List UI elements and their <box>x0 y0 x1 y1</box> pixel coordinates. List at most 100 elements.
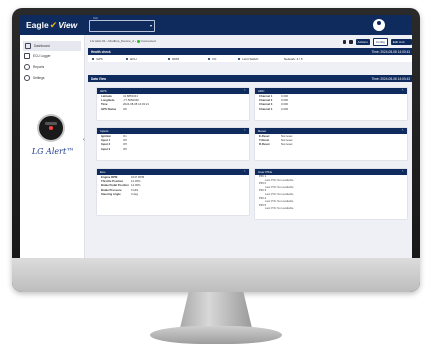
unit-select-label: Unit <box>92 17 99 20</box>
data-view-title: Data View <box>91 76 107 81</box>
status-item-label: Network: 4 / 5 <box>284 57 303 61</box>
chevron-up-icon[interactable]: ⌃ <box>401 128 404 134</box>
brand-name: Eagle <box>26 20 49 30</box>
status-item: ECU <box>126 57 137 61</box>
brand-name-2: View <box>58 20 78 30</box>
chevron-up-icon[interactable]: ⌃ <box>401 88 404 94</box>
inputs-panel: Inputs ⌃ Ignition On Input 1 Off Input 2 Off… <box>97 128 249 160</box>
actions-button[interactable]: Actions <box>355 39 370 45</box>
panel-title: GPS <box>100 89 107 93</box>
data-row: Steering Angle 0 deg <box>97 192 249 196</box>
row-key: GPS Status <box>101 106 117 111</box>
status-item: Network: 4 / 5 <box>284 57 303 61</box>
row-value: Not reset <box>281 142 293 147</box>
status-item-label: I/O <box>212 57 217 61</box>
row-key: Channel 4 <box>259 106 273 111</box>
data-view-bar: Data View Time: 2024-08-08 14:03:43 <box>88 75 412 82</box>
reset-panel-header[interactable]: Reset ⌃ <box>255 128 407 134</box>
sidebar-item-settings[interactable]: Settings <box>20 73 84 83</box>
breadcrumb-path[interactable]: LG Alert-01 › Modbus_Device_2 › <box>90 39 136 43</box>
sidebar-item-label: Reports <box>33 65 45 69</box>
device-brand-text: LG Alert™ <box>31 147 75 156</box>
panel-title: Ecu <box>100 170 106 174</box>
chevron-up-icon[interactable]: ⌃ <box>401 169 404 175</box>
gps-panel-header[interactable]: GPS ⌃ <box>97 88 249 94</box>
row-key: Steering Angle <box>101 191 121 196</box>
sidebar-item-ecu-logger[interactable]: ECU Logger <box>20 51 84 61</box>
data-row: Input 3 Off <box>97 147 249 151</box>
inputs-panel-header[interactable]: Inputs ⌃ <box>97 128 249 134</box>
status-item-label: ECU <box>130 57 137 61</box>
status-dot-icon <box>92 57 95 60</box>
reset-panel: Reset ⌃ E-Reset Not reset T-Reset Not reset… <box>255 128 407 160</box>
status-item: GPS <box>92 57 103 61</box>
toolbar: Actions Config Edit Unit Name <box>343 38 412 50</box>
dashboard-icon <box>25 43 31 49</box>
health-check-time: Time: 2024-08-08 14:03:43 <box>371 49 410 54</box>
device-image <box>39 116 63 140</box>
status-item-label: RPM <box>172 57 179 61</box>
row-value: OK <box>123 106 128 111</box>
gps-panel: GPS ⌃ Latitude 41.8853344 Longitude -77.505… <box>97 88 249 120</box>
sidebar-item-label: Settings <box>33 76 45 80</box>
sidebar-item-dashboard[interactable]: Dashboard <box>23 41 81 51</box>
chevron-up-icon[interactable]: ⌃ <box>243 88 246 94</box>
adc-panel: ADC ⌃ Channel 1 0.000 Channel 2 0.000 Chann… <box>255 88 407 120</box>
data-row: Channel 4 0.000 <box>255 107 407 111</box>
status-dot-icon <box>136 39 140 43</box>
row-value: 0 deg <box>131 191 138 196</box>
sidebar-item-label: ECU Logger <box>33 54 51 58</box>
user-pins-panel-header[interactable]: User PINs ⌃ <box>255 169 407 175</box>
status-item: I/O <box>208 57 216 61</box>
ecu-panel: Ecu ⌃ Engine RPM 1047 RPM Throttle Positio… <box>97 169 249 215</box>
map-icon[interactable] <box>349 40 353 44</box>
breadcrumb: LG Alert-01 › Modbus_Device_2 › Connecte… <box>90 39 156 43</box>
ecu-panel-header[interactable]: Ecu ⌃ <box>97 169 249 175</box>
panel-title: User PINs <box>258 170 273 174</box>
unit-select[interactable]: Unit ▾ <box>89 17 155 32</box>
health-check-bar: Health check Time: 2024-08-08 14:03:43 <box>88 48 412 55</box>
status-dot-icon <box>238 57 241 60</box>
status-item: Limit Switch <box>238 57 258 61</box>
config-button[interactable]: Config <box>372 38 388 46</box>
panel-title: Inputs <box>100 129 109 133</box>
panel-title: ADC <box>258 89 265 93</box>
row-value: 0.000 <box>281 106 288 111</box>
status-dot-icon <box>126 57 129 60</box>
data-row: R-Reset Not reset <box>255 142 407 146</box>
row-value: Off <box>123 146 127 151</box>
edit-unit-button[interactable]: Edit Unit Name <box>390 39 412 50</box>
brand-logo[interactable]: Eagle ✔ View <box>20 15 84 35</box>
chevron-down-icon: ▾ <box>149 23 152 28</box>
status-dot-icon <box>208 57 211 60</box>
top-bar: Unit ▾ <box>84 15 412 35</box>
checkmark-icon: ✔ <box>49 19 58 30</box>
status-item-label: Limit Switch <box>242 57 259 61</box>
device-led <box>49 126 53 130</box>
sidebar-item-reports[interactable]: Reports <box>20 62 84 72</box>
health-check-title: Health check <box>91 49 111 54</box>
app-screen: Eagle ✔ View Dashboard ECU Logger Report… <box>20 15 412 258</box>
row-key: R-Reset <box>259 142 270 147</box>
status-dot-icon <box>168 57 171 60</box>
data-view-time: Time: 2024-08-08 14:03:43 <box>371 76 410 81</box>
health-status-strip: GPS ECU RPM I/O Limit Switch Network: 4 … <box>88 55 412 62</box>
avatar[interactable] <box>373 19 385 31</box>
bell-icon[interactable] <box>343 40 347 44</box>
device-label-mark <box>45 122 57 125</box>
collapse-sidebar-icon[interactable]: ‹ <box>83 137 85 143</box>
sidebar-nav: Dashboard ECU Logger Reports Settings <box>20 41 84 83</box>
sidebar: Eagle ✔ View Dashboard ECU Logger Report… <box>20 15 85 258</box>
monitor-chin <box>12 258 420 292</box>
chevron-up-icon[interactable]: ⌃ <box>243 169 246 175</box>
monitor-base <box>150 326 282 344</box>
adc-panel-header[interactable]: ADC ⌃ <box>255 88 407 94</box>
chevron-up-icon[interactable]: ⌃ <box>243 128 246 134</box>
monitor-stand <box>180 292 252 328</box>
list-icon <box>24 53 30 59</box>
status-item-label: GPS <box>96 57 103 61</box>
panel-title: Reset <box>258 129 267 133</box>
list-item-detail: Last PIN: Not available <box>265 206 294 211</box>
connection-status: Connected <box>140 39 156 43</box>
data-row: GPS Status OK <box>97 107 249 111</box>
